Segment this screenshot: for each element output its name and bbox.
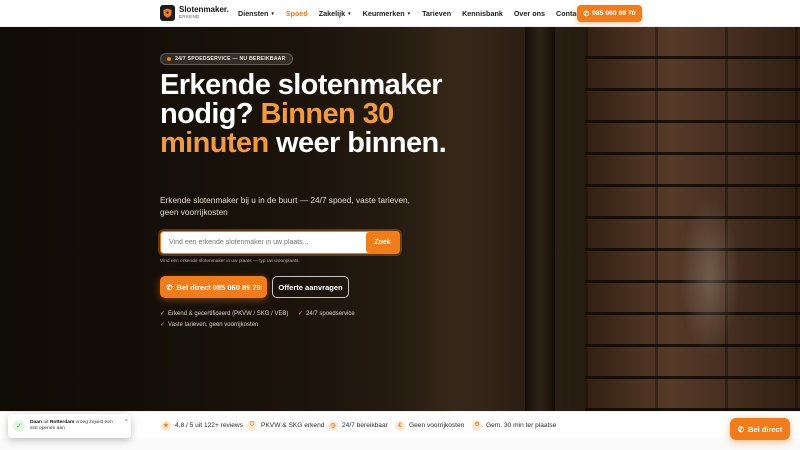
shield-icon: ⛉: [247, 420, 257, 431]
close-icon[interactable]: ×: [125, 418, 128, 424]
floating-call-button[interactable]: ✆ Bel direct: [730, 418, 790, 440]
euro-icon: €: [395, 420, 405, 431]
star-icon: ★: [161, 420, 171, 431]
top-navbar: Slotenmaker. ERKEND Diensten ▼ Spoed Zakeli…: [0, 0, 800, 27]
chevron-down-icon: ▼: [406, 11, 412, 16]
search-input[interactable]: [169, 239, 366, 246]
nav-item-keurmerken[interactable]: Keurmerken ▼: [363, 9, 411, 18]
nav-item-tarieven[interactable]: Tarieven: [422, 9, 451, 18]
toast-city: Rotterdam: [49, 419, 75, 425]
phone-icon: ✆: [737, 424, 745, 434]
nav-item-label: Diensten: [238, 9, 269, 18]
check-circle-icon: ✓: [13, 420, 25, 432]
nav-item-diensten[interactable]: Diensten ▼: [238, 9, 275, 18]
nav-item-label: Keurmerken: [362, 9, 405, 18]
nav-phone-button[interactable]: ✆ 085 060 89 70: [577, 5, 642, 22]
hero-title-part2: weer binnen.: [276, 127, 447, 159]
usp-item: ✓ Vaste tarieven, geen voorrijkosten: [160, 321, 259, 329]
usp-item: ✓ Erkend & gecertificeerd (PKVW / SKG / …: [160, 310, 289, 318]
check-icon: ✓: [298, 311, 304, 317]
site-logo[interactable]: Slotenmaker. ERKEND: [160, 5, 229, 21]
hero-badge: 24/7 SPOEDSERVICE — NU BEREIKBAAR: [160, 53, 293, 65]
usp-label: Erkend & gecertificeerd (PKVW / SKG / VE…: [168, 310, 289, 317]
nav-item-label: Tarieven: [422, 9, 452, 18]
live-dot-icon: [167, 57, 171, 61]
toast-name: Daan: [30, 419, 42, 425]
nav-item-over-ons[interactable]: Over ons: [514, 9, 545, 18]
logo-subtitle: ERKEND: [179, 14, 200, 20]
trust-item-arrival: ⏱ Gem. 30 min ter plaatse: [472, 412, 556, 439]
trust-label: 24/7 bereikbaar: [342, 422, 388, 429]
phone-icon: ✆: [583, 10, 590, 18]
chevron-down-icon: ▼: [270, 11, 275, 16]
location-search: Zoek: [160, 231, 400, 254]
trust-label: Geen voorrijkosten: [409, 422, 465, 429]
chevron-down-icon: ▼: [347, 11, 352, 16]
clock-icon: ◷: [328, 420, 338, 431]
trust-item-no-fees: € Geen voorrijkosten: [395, 412, 464, 439]
nav-item-label: Kennisbank: [462, 9, 503, 18]
check-icon: ✓: [160, 322, 166, 328]
trust-label: PKVW & SKG erkend: [261, 422, 325, 429]
activity-toast: ✓ Daan uit Rotterdam vroeg zojuist een s…: [8, 414, 131, 438]
trust-item-certified: ⛉ PKVW & SKG erkend: [247, 412, 324, 439]
timer-icon: ⏱: [472, 420, 482, 431]
hero-badge-label: 24/7 SPOEDSERVICE — NU BEREIKBAAR: [175, 56, 286, 62]
nav-item-label: Spoed: [285, 9, 308, 18]
main-menu: Diensten ▼ Spoed Zakelijk ▼ Keurmerken ▼ Tariev…: [238, 0, 594, 27]
usp-label: Vaste tarieven, geen voorrijkosten: [168, 321, 259, 328]
check-icon: ✓: [160, 311, 166, 317]
hero-title: Erkende slotenmaker nodig? Binnen 30 min…: [160, 71, 460, 158]
trust-item-availability: ◷ 24/7 bereikbaar: [328, 412, 388, 439]
logo-name: Slotenmaker.: [179, 5, 229, 15]
toast-message: Daan uit Rotterdam vroeg zojuist een slo…: [30, 420, 120, 433]
nav-item-spoed[interactable]: Spoed: [286, 9, 308, 18]
search-hint: Vind een erkende slotenmaker in uw plaat…: [160, 259, 300, 264]
trust-label: Gem. 30 min ter plaatse: [486, 422, 557, 429]
next-section-edge: [0, 438, 800, 450]
usp-item: ✓ 24/7 spoedservice: [298, 310, 355, 318]
call-now-label: Bel direct 085 060 89 70: [176, 282, 261, 292]
hero-lead: Erkende slotenmaker bij u in de buurt — …: [160, 195, 410, 217]
trust-item-reviews: ★ 4,8 / 5 uit 122+ reviews: [161, 412, 243, 439]
search-button[interactable]: Zoek: [366, 232, 399, 253]
nav-item-kennisbank[interactable]: Kennisbank: [462, 9, 503, 18]
logo-shield-icon: [160, 5, 175, 21]
trust-label: 4,8 / 5 uit 122+ reviews: [175, 422, 243, 429]
nav-item-label: Zakelijk: [318, 9, 346, 18]
nav-item-zakelijk[interactable]: Zakelijk ▼: [319, 9, 352, 18]
usp-label: 24/7 spoedservice: [306, 310, 355, 317]
nav-item-label: Over ons: [513, 9, 546, 18]
call-now-button[interactable]: ✆ Bel direct 085 060 89 70: [160, 276, 267, 298]
floating-call-label: Bel direct: [748, 424, 783, 434]
nav-phone-label: 085 060 89 70: [592, 10, 636, 17]
phone-icon: ✆: [166, 282, 173, 292]
quote-request-button[interactable]: Offerte aanvragen: [272, 276, 349, 298]
toast-mid: uit: [41, 419, 50, 425]
